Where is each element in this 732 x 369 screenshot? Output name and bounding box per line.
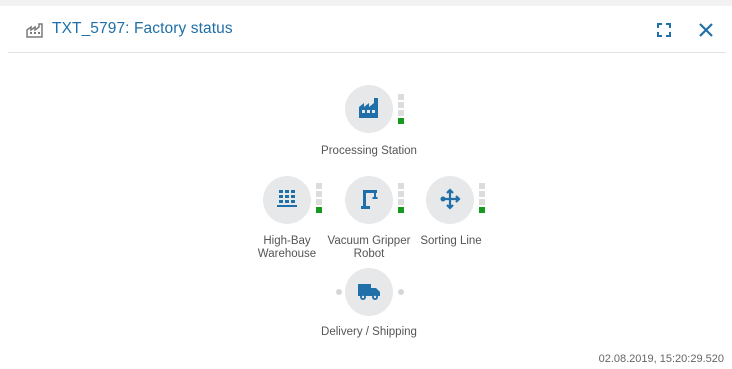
station-processing-label: Processing Station	[321, 145, 417, 157]
factory-icon	[359, 98, 378, 118]
status-led-off	[398, 199, 404, 205]
status-led-off	[398, 102, 404, 108]
status-led-green	[398, 207, 404, 213]
status-led-green	[398, 118, 404, 124]
status-led-off	[479, 183, 485, 189]
status-indicator	[316, 183, 322, 215]
status-led-off	[479, 191, 485, 197]
window-title: TXT_5797: Factory status	[52, 20, 233, 37]
status-indicator	[398, 183, 404, 215]
status-led-off	[316, 199, 322, 205]
station-vgr-label: Vacuum Gripper Robot	[327, 235, 411, 260]
status-indicator	[398, 94, 404, 126]
status-led-off	[398, 94, 404, 100]
truck-icon	[358, 284, 380, 300]
status-led-off	[316, 191, 322, 197]
status-led-off	[316, 183, 322, 189]
status-led-off	[398, 110, 404, 116]
connector-dot-left	[336, 289, 342, 295]
status-led-off	[398, 183, 404, 189]
crane-icon	[361, 190, 378, 209]
station-delivery-circle[interactable]	[345, 268, 393, 316]
timestamp: 02.08.2019, 15:20:29.520	[598, 353, 724, 365]
station-sorting-label: Sorting Line	[420, 235, 482, 247]
connector-dot-right	[398, 289, 404, 295]
station-vgr-circle[interactable]	[345, 176, 393, 224]
factory-icon	[26, 23, 43, 38]
status-led-green	[479, 207, 485, 213]
close-icon[interactable]	[696, 20, 716, 40]
maximize-icon[interactable]	[654, 20, 674, 40]
station-sorting-circle[interactable]	[426, 176, 474, 224]
status-indicator	[479, 183, 485, 215]
station-delivery-label: Delivery / Shipping	[321, 326, 417, 338]
status-led-off	[479, 199, 485, 205]
window-shadow	[0, 0, 732, 6]
station-highbay-circle[interactable]	[263, 176, 311, 224]
window-header: TXT_5797: Factory status	[8, 8, 726, 53]
status-led-off	[398, 191, 404, 197]
sorting-icon	[440, 188, 461, 210]
warehouse-icon	[277, 190, 297, 207]
status-led-green	[316, 207, 322, 213]
station-processing-circle[interactable]	[345, 85, 393, 133]
